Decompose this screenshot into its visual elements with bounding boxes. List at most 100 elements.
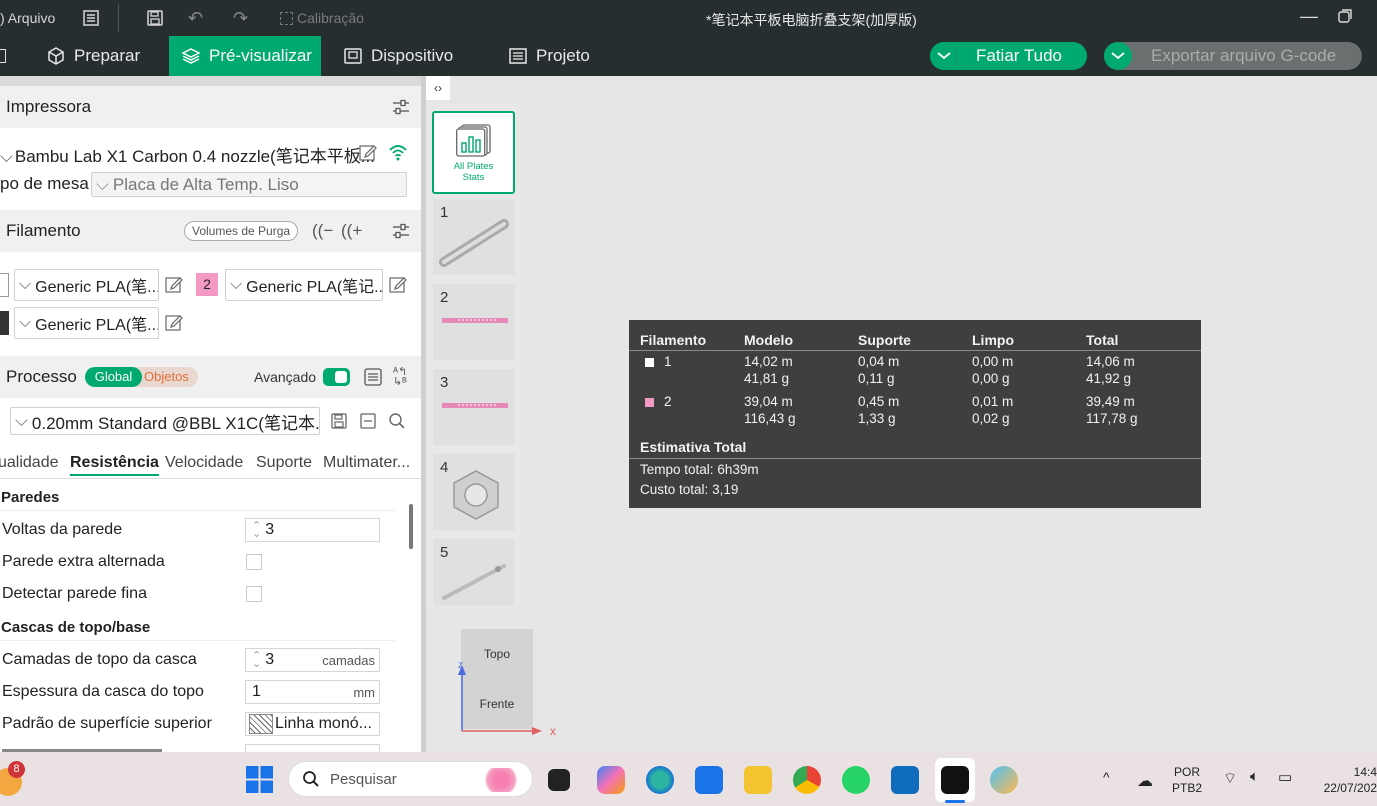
top-pattern-select[interactable]: Linha monó... xyxy=(245,712,380,736)
printer-select[interactable]: ⌵ Bambu Lab X1 Carbon 0.4 nozzle(笔记本平板... xyxy=(0,142,375,167)
restore-button[interactable] xyxy=(1338,9,1352,26)
filament-1-select[interactable]: ⌵ Generic PLA(笔... xyxy=(14,269,159,301)
view-top-label[interactable]: Topo xyxy=(461,647,533,661)
slice-all-button[interactable]: Fatiar Tudo xyxy=(930,42,1087,70)
next-setting-input-partial[interactable] xyxy=(245,744,380,752)
filament-section-header: Filamento Volumes de Purga ((− ((+ xyxy=(0,210,421,252)
menu-icon[interactable] xyxy=(82,9,100,30)
thin-wall-label: Detectar parede fina xyxy=(2,585,147,602)
filament-1-swatch[interactable] xyxy=(0,273,9,297)
list-icon[interactable] xyxy=(364,368,382,391)
filament-add-icon[interactable]: ((+ xyxy=(341,221,362,241)
all-plates-stats-button[interactable]: All Plates Stats xyxy=(432,111,515,194)
sliders-icon[interactable] xyxy=(392,222,410,245)
search-box[interactable]: Pesquisar xyxy=(288,761,533,797)
chevron-down-icon[interactable] xyxy=(1104,42,1132,70)
clock[interactable]: 14:4 22/07/202 xyxy=(1314,764,1377,796)
outlook-icon[interactable] xyxy=(891,766,919,794)
compare-icon[interactable]: ᴬ↰ ↳ᴮ xyxy=(393,367,407,388)
plate-thumbnail[interactable]: 1 xyxy=(433,199,515,275)
wall-loops-input[interactable]: ⌃ ⌄ 3 xyxy=(245,518,380,542)
objects-button[interactable]: Objetos xyxy=(144,369,189,384)
folder-icon[interactable] xyxy=(744,766,772,794)
filament-3-select[interactable]: ⌵ Generic PLA(笔... xyxy=(14,307,159,339)
edit-icon[interactable] xyxy=(389,275,407,298)
app-icon-terminal[interactable] xyxy=(548,769,570,791)
document-title: *笔记本平板电脑折叠支架(加厚版) xyxy=(706,12,917,28)
settings-scrollbar[interactable] xyxy=(401,484,419,752)
plate-type-select[interactable]: ⌵ Placa de Alta Temp. Liso xyxy=(91,172,407,197)
filament-3-swatch[interactable] xyxy=(0,311,9,335)
wifi-icon[interactable]: ⌔ xyxy=(1223,769,1237,788)
process-preset-select[interactable]: ⌵ 0.20mm Standard @BBL X1C(笔记本... xyxy=(10,407,320,435)
redo-icon[interactable]: ↷ xyxy=(233,8,248,29)
plate-thumbnail[interactable]: 4 xyxy=(433,454,515,530)
top-thickness-input[interactable]: 1 mm xyxy=(245,680,380,704)
language-indicator[interactable]: POR PTB2 xyxy=(1172,764,1202,796)
table-cell: 14,02 m xyxy=(744,354,793,369)
export-gcode-button[interactable]: Exportar arquivo G-code xyxy=(1104,42,1362,70)
table-cell: 41,81 g xyxy=(744,371,790,386)
collapse-sidebar-icon[interactable]: ‹› xyxy=(426,76,450,100)
tab-projeto[interactable]: Projeto xyxy=(508,36,590,76)
plate-thumbnail[interactable]: 2 xyxy=(433,284,515,360)
chevron-up-icon[interactable]: ^ xyxy=(1103,769,1110,785)
table-cell: 0,00 g xyxy=(972,371,1010,386)
table-cell: 0,01 m xyxy=(972,394,1014,409)
pattern-icon xyxy=(249,714,273,734)
thin-wall-checkbox[interactable] xyxy=(246,586,262,602)
windows-start-icon[interactable] xyxy=(246,766,273,796)
save-icon[interactable] xyxy=(330,412,348,435)
process-header: Processo xyxy=(6,367,77,386)
bambu-studio-icon[interactable] xyxy=(941,766,969,794)
table-cell: 116,43 g xyxy=(744,411,796,426)
tab-velocidade[interactable]: Velocidade xyxy=(165,454,243,472)
battery-icon[interactable]: ▭ xyxy=(1278,768,1292,786)
chrome-icon[interactable] xyxy=(793,766,821,794)
top-layers-input[interactable]: ⌃ ⌄ 3 camadas xyxy=(245,648,380,672)
tab-qualidade[interactable]: ualidade xyxy=(0,454,59,472)
tab-pre-visualizar[interactable]: Pré-visualizar xyxy=(169,36,321,76)
tab-preparar[interactable]: Preparar xyxy=(46,36,140,76)
filament-2-select[interactable]: ⌵ Generic PLA(笔记... xyxy=(225,269,383,301)
wifi-icon[interactable] xyxy=(388,142,408,167)
edge-icon[interactable] xyxy=(646,766,674,794)
arquivo-menu[interactable]: ) Arquivo xyxy=(0,10,55,26)
device-icon xyxy=(343,46,363,66)
edit-icon[interactable] xyxy=(359,143,377,166)
copilot-icon[interactable] xyxy=(597,766,625,794)
remove-preset-icon[interactable] xyxy=(359,412,377,435)
store-icon[interactable] xyxy=(695,766,723,794)
whatsapp-icon[interactable] xyxy=(842,766,870,794)
cloud-icon[interactable]: ☁ xyxy=(1137,771,1153,791)
advanced-toggle[interactable] xyxy=(323,368,350,386)
plate-thumbnail[interactable]: 3 xyxy=(433,369,515,445)
chevron-down-icon[interactable] xyxy=(930,42,958,70)
edit-icon[interactable] xyxy=(165,275,183,298)
volume-icon[interactable]: 🔈︎ xyxy=(1250,768,1259,785)
alternate-wall-checkbox[interactable] xyxy=(246,554,262,570)
tab-multimaterial[interactable]: Multimater... xyxy=(323,454,410,472)
app-icon-globe[interactable] xyxy=(990,766,1018,794)
printer-section-header: Impressora xyxy=(0,86,421,128)
filament-remove-icon[interactable]: ((− xyxy=(312,221,333,241)
filament-2-swatch[interactable]: 2 xyxy=(196,273,218,296)
save-icon[interactable] xyxy=(146,9,164,30)
tab-resistencia[interactable]: Resistência xyxy=(70,454,159,476)
purge-volumes-button[interactable]: Volumes de Purga xyxy=(184,221,299,241)
undo-icon[interactable]: ↶ xyxy=(188,8,203,29)
minimize-button[interactable]: — xyxy=(1300,6,1318,27)
calibration-menu[interactable]: Calibração xyxy=(280,10,364,26)
tab-dispositivo[interactable]: Dispositivo xyxy=(343,36,453,76)
title-bar: ) Arquivo ↶ ↷ Calibração *笔记本平板电脑折叠支架(加厚… xyxy=(0,0,1377,36)
sliders-icon[interactable] xyxy=(392,98,410,121)
search-icon[interactable] xyxy=(388,412,406,435)
list-icon xyxy=(508,46,528,66)
global-button[interactable]: Global xyxy=(85,367,142,387)
tab-suporte[interactable]: Suporte xyxy=(256,454,312,472)
table-cell: 0,11 g xyxy=(858,371,895,386)
plate-thumbnail[interactable]: 5 xyxy=(433,539,515,605)
alternate-wall-label: Parede extra alternada xyxy=(2,553,165,570)
edit-icon[interactable] xyxy=(165,313,183,336)
process-preset-name: 0.20mm Standard @BBL X1C(笔记本... xyxy=(31,413,320,433)
